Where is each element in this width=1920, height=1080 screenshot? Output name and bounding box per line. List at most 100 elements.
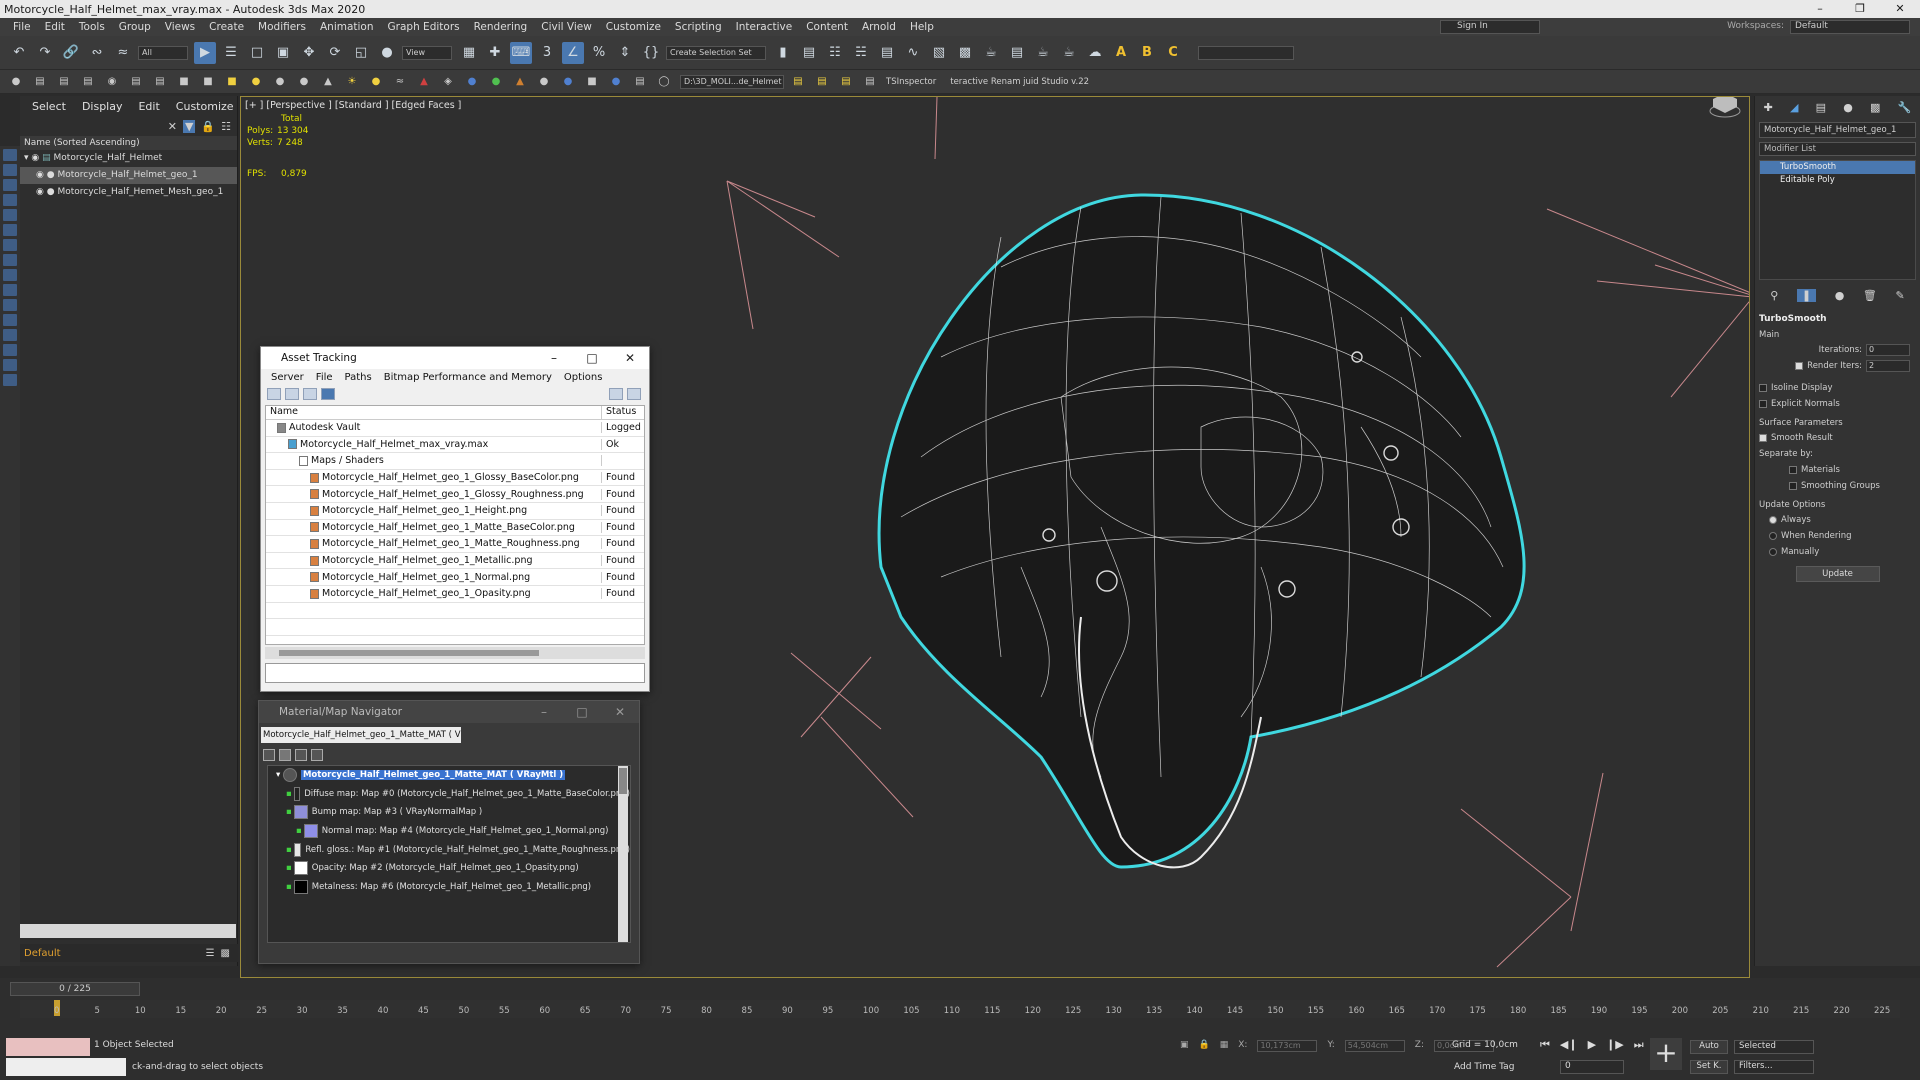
view-small-icons-icon[interactable] [295, 749, 307, 761]
view-list-icons-icon[interactable] [279, 749, 291, 761]
select-by-name-icon[interactable]: ☰ [220, 42, 242, 64]
strip-icon-12[interactable] [3, 314, 17, 326]
mirror-icon[interactable]: ▮ [772, 42, 794, 64]
menu-bitmap-performance[interactable]: Bitmap Performance and Memory [378, 372, 558, 383]
layer-icon[interactable]: ☰ [206, 948, 215, 959]
tool-6-icon[interactable]: ▤ [128, 74, 144, 90]
tab-select[interactable]: Select [24, 100, 74, 113]
menu-animation[interactable]: Animation [313, 21, 381, 33]
snaps-toggle-icon[interactable]: 3 [536, 42, 558, 64]
explorer-scrollbar[interactable] [20, 924, 236, 938]
asset-row[interactable]: Motorcycle_Half_Helmet_geo_1_Glossy_Base… [266, 470, 644, 487]
tool-7-icon[interactable]: ▤ [152, 74, 168, 90]
asset-row[interactable]: Autodesk Vault Logged Ou [266, 420, 644, 437]
tool-2-icon[interactable]: ▤ [32, 74, 48, 90]
view-icon-2[interactable] [285, 388, 299, 400]
tool-14-icon[interactable]: ▲ [320, 74, 336, 90]
tool-26-icon[interactable]: ● [608, 74, 624, 90]
menu-group[interactable]: Group [112, 21, 158, 33]
menu-options[interactable]: Options [558, 372, 609, 383]
display-tab-icon[interactable]: ▩ [1870, 101, 1880, 114]
render-iterative-icon[interactable]: ☕ [1058, 42, 1080, 64]
bind-spacewarp-icon[interactable]: ≈ [112, 42, 134, 64]
configure-sets-icon[interactable]: ✎ [1895, 289, 1904, 302]
minimize-button[interactable]: – [525, 701, 563, 723]
set-key-button[interactable]: Set K. [1690, 1060, 1728, 1074]
render-in-cloud-icon[interactable]: ☁ [1084, 42, 1106, 64]
map-row[interactable]: ▪ Opacity: Map #2 (Motorcycle_Half_Helmet… [268, 859, 630, 878]
menu-create[interactable]: Create [202, 21, 251, 33]
menu-modifiers[interactable]: Modifiers [251, 21, 313, 33]
minimize-button[interactable]: – [535, 347, 573, 369]
project-path-dropdown[interactable]: D:\3D_MOLI...de_Helmet [680, 74, 784, 89]
filter-icon[interactable]: ▼ [182, 119, 196, 133]
tool-9-icon[interactable]: ■ [200, 74, 216, 90]
view-large-icons-icon[interactable] [311, 749, 323, 761]
placement-icon[interactable]: ● [376, 42, 398, 64]
menu-arnold[interactable]: Arnold [855, 21, 903, 33]
previous-frame-icon[interactable]: ◀❙ [1560, 1038, 1578, 1052]
helmet-wireframe[interactable] [877, 193, 1526, 869]
material-name-field[interactable]: Motorcycle_Half_Helmet_geo_1_Matte_MAT (… [261, 727, 461, 743]
x-field[interactable]: 10,173cm [1257, 1040, 1318, 1052]
lock-selection-icon[interactable]: 🔒 [1199, 1040, 1210, 1052]
maximize-button[interactable]: ❐ [1840, 0, 1880, 18]
toggle-ribbon-icon[interactable]: ▤ [876, 42, 898, 64]
asset-row[interactable]: Motorcycle_Half_Helmet_geo_1_Opasity.png… [266, 586, 644, 603]
angle-snap-icon[interactable]: ∠ [562, 41, 584, 64]
map-row[interactable]: ▪ Refl. gloss.: Map #1 (Motorcycle_Half_H… [268, 840, 630, 859]
menu-file[interactable]: File [310, 372, 339, 383]
expand-icon[interactable]: ▾ [276, 770, 283, 780]
current-layer[interactable]: Default [24, 948, 61, 959]
tree-row[interactable]: ◉ ● Motorcycle_Half_Helmet_geo_1 [20, 167, 237, 184]
material-editor-icon[interactable]: ▩ [954, 42, 976, 64]
play-icon[interactable]: ▶ [1588, 1038, 1596, 1052]
explorer-column-header[interactable]: Name (Sorted Ascending) [20, 136, 237, 150]
menu-edit[interactable]: Edit [38, 21, 72, 33]
tool-31-icon[interactable]: ▤ [838, 74, 854, 90]
asset-tracking-titlebar[interactable]: Asset Tracking – □ ✕ [261, 347, 649, 369]
menu-civil-view[interactable]: Civil View [534, 21, 599, 33]
arnold-c-icon[interactable]: C [1162, 42, 1184, 64]
eye-icon[interactable]: ◉ [36, 170, 44, 180]
strip-icon-16[interactable] [3, 374, 17, 386]
strip-icon-4[interactable] [3, 194, 17, 206]
smooth-result-checkbox[interactable] [1759, 434, 1767, 442]
tool-27-icon[interactable]: ▤ [632, 74, 648, 90]
key-filter-dropdown[interactable]: Selected [1734, 1040, 1814, 1054]
menu-content[interactable]: Content [799, 21, 855, 33]
tool-15-icon[interactable]: ☀ [344, 74, 360, 90]
strip-icon-1[interactable] [3, 149, 17, 161]
tool-20-icon[interactable]: ● [464, 74, 480, 90]
maxscript-listener[interactable] [6, 1038, 90, 1056]
tool-30-icon[interactable]: ▤ [814, 74, 830, 90]
tool-13-icon[interactable]: ● [296, 74, 312, 90]
map-row[interactable]: ▪ Normal map: Map #4 (Motorcycle_Half_Hel… [268, 822, 630, 841]
menu-interactive[interactable]: Interactive [729, 21, 800, 33]
map-row[interactable]: ▪ Diffuse map: Map #0 (Motorcycle_Half_He… [268, 785, 630, 804]
asset-row[interactable]: Motorcycle_Half_Helmet_geo_1_Matte_Rough… [266, 536, 644, 553]
renamer-button[interactable]: teractive Renam juid Studio v.22 [950, 77, 1089, 87]
modify-tab-icon[interactable]: ◢ [1790, 101, 1798, 114]
tool-4-icon[interactable]: ▤ [80, 74, 96, 90]
close-button[interactable]: ✕ [1880, 0, 1920, 18]
lock-icon[interactable]: 🔒 [201, 120, 215, 133]
strip-icon-2[interactable] [3, 164, 17, 176]
render-iters-checkbox[interactable] [1795, 362, 1804, 370]
maxscript-mini-listener[interactable] [6, 1058, 126, 1076]
col-status[interactable]: Status [602, 406, 644, 419]
tool-18-icon[interactable]: ▲ [416, 74, 432, 90]
motion-tab-icon[interactable]: ● [1843, 101, 1853, 114]
schematic-view-icon[interactable]: ▧ [928, 42, 950, 64]
strip-icon-13[interactable] [3, 329, 17, 341]
render-preset-dropdown[interactable] [1198, 45, 1294, 60]
toggle-scene-explorer-icon[interactable]: ☷ [824, 42, 846, 64]
asset-row[interactable]: Motorcycle_Half_Helmet_geo_1_Matte_BaseC… [266, 520, 644, 537]
tool-5-icon[interactable]: ◉ [104, 74, 120, 90]
strip-icon-11[interactable] [3, 299, 17, 311]
strip-icon-3[interactable] [3, 179, 17, 191]
y-field[interactable]: 54,504cm [1344, 1040, 1405, 1052]
refresh-icon[interactable] [627, 388, 641, 400]
workspaces-dropdown[interactable]: Default [1790, 20, 1910, 34]
asset-hscrollbar[interactable] [265, 647, 645, 659]
